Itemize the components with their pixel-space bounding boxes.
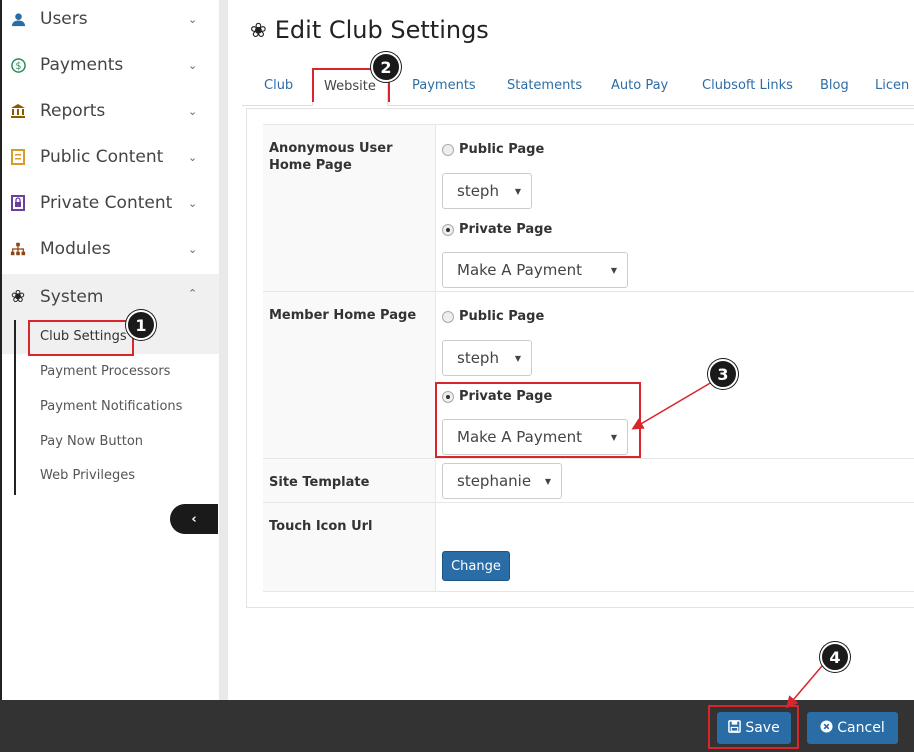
settings-row-anonymous-home: Anonymous User Home Page Public Page ste… <box>263 124 914 291</box>
chevron-down-icon: ⌄ <box>188 150 198 164</box>
svg-text:$: $ <box>15 60 21 71</box>
radio-button-selected[interactable] <box>442 390 454 403</box>
select-value: steph <box>457 349 499 367</box>
dropdown-arrow-icon: ▼ <box>610 265 617 275</box>
select-value: Make A Payment <box>457 428 582 446</box>
radio-public-page[interactable]: Public Page <box>442 309 544 324</box>
tab-auto-pay[interactable]: Auto Pay <box>611 78 668 93</box>
radio-button[interactable] <box>442 310 454 323</box>
sidebar-item-label: Reports <box>40 101 106 121</box>
sidebar-item-label: Payments <box>40 55 124 75</box>
radio-label: Private Page <box>459 222 553 237</box>
public-page-select[interactable]: steph ▼ <box>442 340 532 376</box>
row-value: Public Page steph ▼ Private Page Make A … <box>435 292 914 458</box>
row-value: Change <box>435 503 914 591</box>
chevron-up-icon: ⌃ <box>188 287 198 300</box>
sidebar-item-label: Modules <box>40 239 111 259</box>
change-icon-button[interactable]: Change <box>442 551 510 581</box>
dropdown-arrow-icon: ▼ <box>610 432 617 442</box>
page-title-text: Edit Club Settings <box>274 16 489 44</box>
radio-private-page[interactable]: Private Page <box>442 222 552 237</box>
sidebar: Users ⌄ $ Payments ⌄ Reports ⌄ Public Co… <box>2 0 219 700</box>
bank-icon <box>10 103 26 119</box>
radio-private-page[interactable]: Private Page <box>442 389 552 404</box>
select-value: stephanie <box>457 472 532 490</box>
sidebar-item-label: System <box>40 287 104 307</box>
sidebar-item-label: Users <box>40 9 88 29</box>
gear-icon: ❀ <box>10 287 26 307</box>
row-value: Public Page steph ▼ Private Page Make A … <box>435 125 914 291</box>
cancel-label: Cancel <box>837 720 885 736</box>
row-value: stephanie ▼ <box>435 459 914 502</box>
settings-row-touch-icon: Touch Icon Url Change <box>263 502 914 592</box>
private-page-select[interactable]: Make A Payment ▼ <box>442 419 628 455</box>
submenu-payment-notifications[interactable]: Payment Notifications <box>40 399 182 414</box>
step-badge-1: 1 <box>126 310 156 340</box>
submenu-pay-now-button[interactable]: Pay Now Button <box>40 434 143 449</box>
settings-row-site-template: Site Template stephanie ▼ <box>263 458 914 502</box>
dropdown-arrow-icon: ▼ <box>514 353 521 363</box>
cancel-button[interactable]: Cancel <box>807 712 898 744</box>
settings-row-member-home: Member Home Page Public Page steph ▼ Pri… <box>263 291 914 458</box>
radio-button[interactable] <box>442 143 454 156</box>
close-circle-icon <box>820 719 833 737</box>
lock-document-icon <box>10 195 26 211</box>
document-icon <box>10 149 26 165</box>
tab-blog[interactable]: Blog <box>820 78 849 93</box>
tab-payments[interactable]: Payments <box>412 78 476 93</box>
submenu-divider <box>14 320 16 495</box>
sidebar-item-reports[interactable]: Reports ⌄ <box>2 88 219 134</box>
chevron-down-icon: ⌄ <box>188 58 198 72</box>
gear-icon: ❀ <box>250 18 267 42</box>
radio-button-selected[interactable] <box>442 223 454 236</box>
tab-statements[interactable]: Statements <box>507 78 582 93</box>
sidebar-item-label: Public Content <box>40 147 164 167</box>
sidebar-item-users[interactable]: Users ⌄ <box>2 0 219 42</box>
select-value: Make A Payment <box>457 261 582 279</box>
sidebar-item-system[interactable]: ❀ System ⌃ <box>2 274 219 320</box>
sidebar-item-modules[interactable]: Modules ⌄ <box>2 226 219 272</box>
dropdown-arrow-icon: ▼ <box>544 476 551 486</box>
tab-licenses[interactable]: Licen <box>875 78 909 93</box>
radio-public-page[interactable]: Public Page <box>442 142 544 157</box>
tab-clubsoft-links[interactable]: Clubsoft Links <box>702 78 793 93</box>
sidebar-item-private-content[interactable]: Private Content ⌄ <box>2 180 219 226</box>
chevron-left-icon: ‹ <box>191 511 197 527</box>
submenu-web-privileges[interactable]: Web Privileges <box>40 468 135 483</box>
dropdown-arrow-icon: ▼ <box>514 186 521 196</box>
submenu-club-settings[interactable]: Club Settings <box>40 329 127 344</box>
sidebar-item-label: Private Content <box>40 193 173 213</box>
radio-label: Public Page <box>459 142 545 157</box>
chevron-down-icon: ⌄ <box>188 242 198 256</box>
submenu-payment-processors[interactable]: Payment Processors <box>40 364 170 379</box>
floppy-disk-icon <box>728 719 742 737</box>
chevron-down-icon: ⌄ <box>188 104 198 118</box>
sidebar-item-payments[interactable]: $ Payments ⌄ <box>2 42 219 88</box>
save-button[interactable]: Save <box>717 712 791 744</box>
step-badge-4: 4 <box>820 642 850 672</box>
site-template-select[interactable]: stephanie ▼ <box>442 463 562 499</box>
chevron-down-icon: ⌄ <box>188 12 198 26</box>
row-label: Anonymous User Home Page <box>269 141 393 173</box>
user-icon <box>10 11 26 27</box>
radio-label: Public Page <box>459 309 545 324</box>
select-value: steph <box>457 182 499 200</box>
sitemap-icon <box>10 241 26 257</box>
private-page-select[interactable]: Make A Payment ▼ <box>442 252 628 288</box>
save-label: Save <box>745 720 780 736</box>
chevron-down-icon: ⌄ <box>188 196 198 210</box>
sidebar-item-public-content[interactable]: Public Content ⌄ <box>2 134 219 180</box>
public-page-select[interactable]: steph ▼ <box>442 173 532 209</box>
step-badge-3: 3 <box>708 359 738 389</box>
collapse-sidebar-button[interactable]: ‹ <box>170 504 218 534</box>
row-label: Site Template <box>269 475 370 490</box>
radio-label: Private Page <box>459 389 553 404</box>
dollar-circle-icon: $ <box>10 57 26 73</box>
row-label: Member Home Page <box>269 308 417 323</box>
tab-bar: Club Website Payments Statements Auto Pa… <box>242 66 914 106</box>
page-title: ❀ Edit Club Settings <box>250 16 489 44</box>
row-label: Touch Icon Url <box>269 519 373 534</box>
step-badge-2: 2 <box>371 52 401 82</box>
tab-club[interactable]: Club <box>264 78 293 93</box>
